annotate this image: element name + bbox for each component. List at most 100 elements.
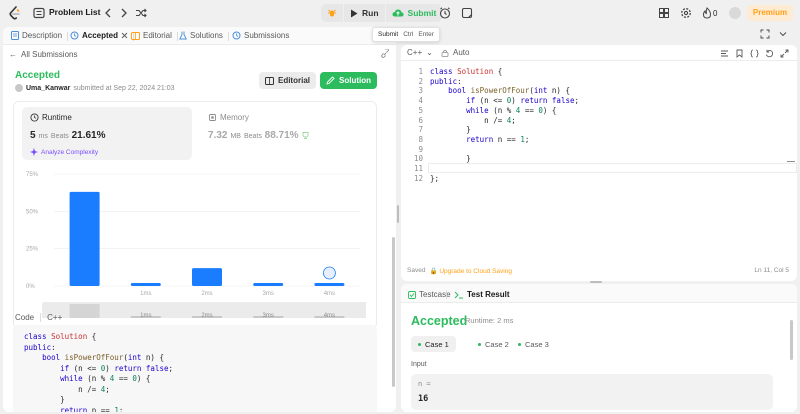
memory-unit: MB	[230, 133, 241, 140]
fire-streak-icon[interactable]	[700, 6, 714, 20]
gear-icon[interactable]	[679, 6, 693, 20]
close-icon[interactable]	[121, 32, 128, 39]
tab-editorial[interactable]: Editorial	[131, 31, 178, 41]
chip-icon	[209, 114, 216, 121]
submitted-time: submitted at Sep 22, 2024 21:03	[73, 84, 175, 92]
tab-solutions-label: Solutions	[190, 31, 223, 40]
list-icon[interactable]	[32, 6, 46, 20]
tab-test-result[interactable]: Test Result	[454, 290, 510, 299]
tab-solutions[interactable]: Solutions	[179, 31, 229, 41]
memory-box[interactable]: Memory 7.32 MB Beats 88.71%	[200, 107, 370, 160]
submit-button[interactable]: Submit	[386, 4, 443, 22]
chevron-left-icon[interactable]	[101, 6, 115, 20]
case-2-tab[interactable]: Case 2	[471, 336, 516, 352]
premium-button[interactable]: Premium	[747, 5, 793, 21]
run-button[interactable]: Run	[344, 4, 385, 22]
editor-minimap-marker	[787, 161, 795, 162]
case-3-tab[interactable]: Case 3	[511, 336, 556, 352]
overview-tick-label: 3ms	[263, 313, 274, 318]
expand-icon[interactable]	[780, 49, 789, 58]
leetcode-logo-icon[interactable]	[8, 6, 22, 20]
result-status: Accepted	[411, 314, 468, 328]
tab-testcase[interactable]: Testcase	[408, 290, 451, 299]
line-number: 2	[418, 76, 423, 86]
chart-bar	[192, 268, 222, 286]
link-icon[interactable]	[380, 49, 390, 59]
bug-icon	[328, 9, 336, 17]
collapse-icon[interactable]	[778, 29, 788, 39]
overview-tick-label: 4ms	[324, 313, 335, 318]
test-result-panel: Testcase Test Result Accepted Runtime: 2…	[401, 284, 797, 412]
upgrade-cloud-saving-link[interactable]: 🔒 Upgrade to Cloud Saving	[429, 267, 512, 275]
y-tick-label: 0%	[26, 284, 35, 290]
x-tick-label: 2ms	[201, 291, 212, 297]
memory-beats-label: Beats	[243, 133, 262, 140]
result-tab-bar: Testcase Test Result	[401, 284, 797, 303]
all-submissions-link[interactable]: ← All Submissions	[9, 50, 77, 59]
panel-resize-handle[interactable]	[397, 205, 399, 223]
editor-resize-handle[interactable]	[590, 281, 602, 283]
tab-accepted[interactable]: Accepted	[70, 31, 135, 41]
layout-grid-icon[interactable]	[657, 6, 671, 20]
all-submissions-label: All Submissions	[21, 50, 78, 59]
analyze-complexity-link[interactable]: Analyze Complexity	[30, 148, 98, 156]
line-number: 4	[418, 96, 423, 106]
case-1-tab[interactable]: Case 1	[411, 336, 456, 352]
tooltip-key-enter: Enter	[418, 31, 434, 38]
tab-submissions[interactable]: Submissions	[232, 31, 289, 40]
note-icon[interactable]	[460, 6, 474, 20]
run-label: Run	[362, 8, 379, 18]
chevron-right-icon[interactable]	[117, 6, 131, 20]
line-number: 11	[413, 164, 423, 174]
line-number: 6	[418, 115, 423, 125]
editorial-button-label: Editorial	[277, 76, 310, 85]
user-avatar[interactable]	[729, 7, 741, 19]
code-label: Code C++	[15, 313, 62, 322]
submit-label: Submit	[407, 8, 437, 18]
debug-button[interactable]	[321, 4, 343, 22]
result-scrollbar[interactable]	[790, 320, 793, 360]
x-tick-label: 3ms	[263, 291, 274, 297]
sparkle-icon	[30, 148, 38, 156]
solution-button[interactable]: Solution	[320, 72, 377, 89]
runtime-beats-pct: 21.61%	[71, 130, 106, 141]
flask-icon	[179, 31, 187, 40]
auto-mode-toggle[interactable]: Auto	[441, 48, 469, 57]
problem-list-link[interactable]: Problem List	[49, 7, 100, 17]
left-scrollbar[interactable]	[392, 237, 395, 387]
input-label: Input	[411, 361, 427, 368]
editorial-button[interactable]: Editorial	[259, 72, 316, 89]
code-title: Code	[15, 313, 35, 322]
reset-icon[interactable]	[765, 49, 774, 58]
submitter-username[interactable]: Uma_Kanwar	[26, 85, 70, 92]
case-1-label: Case 1	[425, 339, 449, 349]
submit-shortcut-tooltip: Submit Ctrl Enter	[372, 27, 440, 42]
result-runtime: Runtime: 2 ms	[465, 316, 514, 325]
editor-code[interactable]: class Solution { public: bool isPowerOfF…	[430, 67, 579, 183]
tab-test-result-label: Test Result	[467, 290, 510, 299]
tooltip-label: Submit	[378, 31, 399, 38]
line-number: 7	[418, 125, 423, 135]
braces-icon[interactable]	[750, 49, 759, 58]
bookmark-icon[interactable]	[735, 49, 744, 58]
submitter-avatar[interactable]	[15, 84, 23, 92]
language-select[interactable]: C++ ⌄	[407, 48, 433, 57]
fullscreen-icon[interactable]	[760, 29, 770, 39]
alarm-clock-icon[interactable]	[438, 6, 452, 20]
runtime-value: 5 ms Beats 21.61%	[30, 130, 106, 141]
editor-window-tools	[760, 29, 788, 39]
runtime-title-label: Runtime	[42, 113, 72, 122]
case-2-label: Case 2	[485, 339, 509, 349]
book-icon	[264, 76, 274, 85]
runtime-box[interactable]: Runtime 5 ms Beats 21.61% Analyze Complexi…	[22, 107, 192, 160]
submitted-code: class Solution { public: bool isPowerOfF…	[24, 332, 174, 412]
chart-overview-window	[69, 304, 100, 318]
shuffle-icon[interactable]	[134, 6, 148, 20]
input-var-value: 16	[418, 394, 429, 404]
editor-toolbar: C++ ⌄ Auto	[401, 45, 797, 61]
chart-bar	[69, 191, 100, 286]
format-icon[interactable]	[720, 49, 729, 58]
tab-description[interactable]: Description	[11, 31, 69, 41]
submitted-code-block[interactable]: class Solution { public: bool isPowerOfF…	[13, 325, 377, 412]
cloud-upload-icon	[392, 9, 404, 17]
